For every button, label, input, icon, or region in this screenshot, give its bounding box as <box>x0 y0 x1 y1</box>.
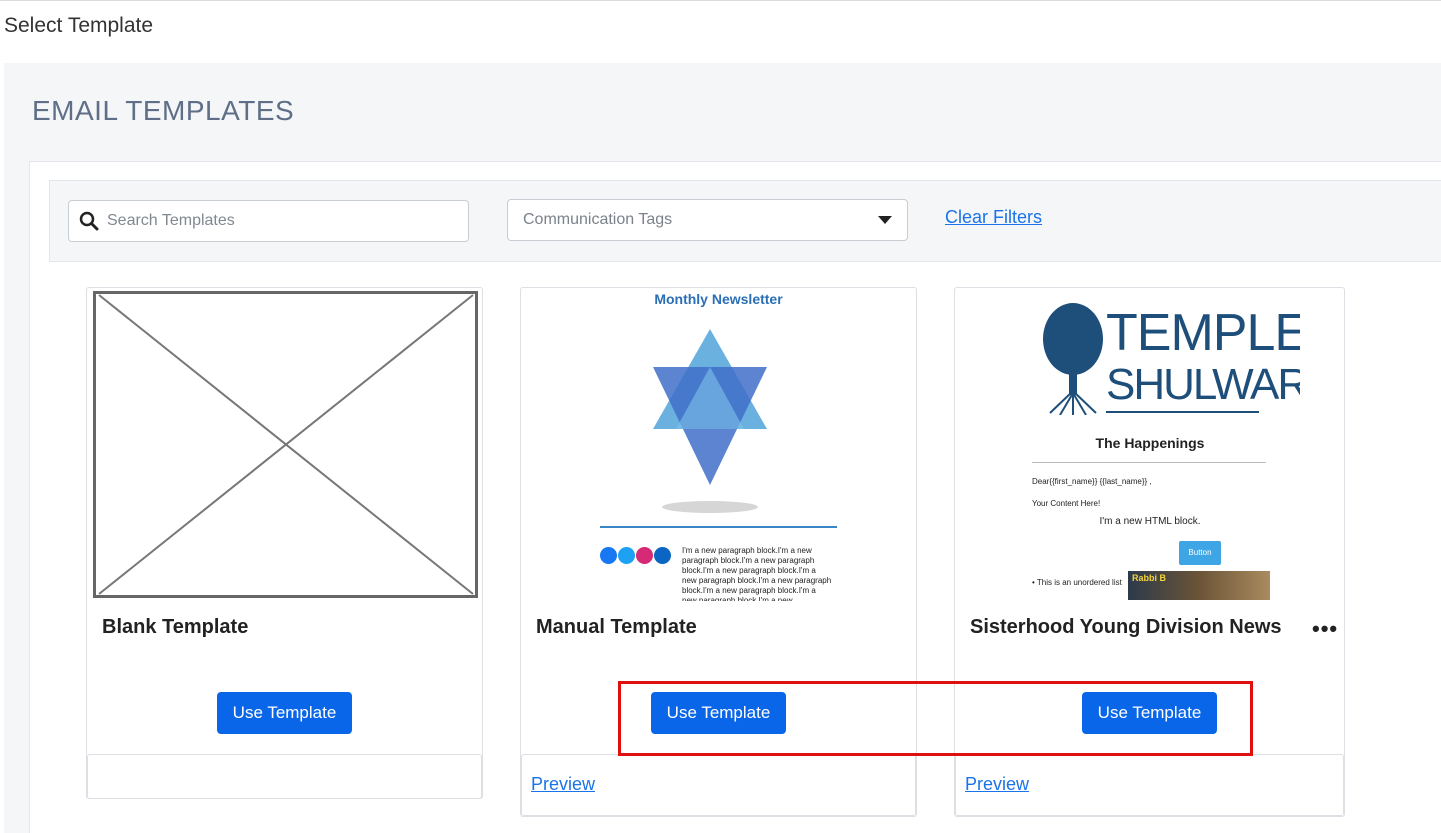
card-footer <box>87 754 482 799</box>
thumb-button: Button <box>1179 541 1221 565</box>
twitter-icon <box>618 547 635 564</box>
thumb-heading: Monthly Newsletter <box>654 291 783 307</box>
thumb-divider <box>600 526 837 528</box>
section-title: EMAIL TEMPLATES <box>32 95 295 126</box>
search-field[interactable] <box>68 200 469 242</box>
thumb-paragraph: I'm a new paragraph block.I'm a new para… <box>682 546 832 601</box>
thumb-list-text: This is an unordered list <box>1036 578 1122 587</box>
more-options-icon[interactable]: ••• <box>1312 616 1338 642</box>
thumb-list-item: • This is an unordered list <box>1032 578 1122 587</box>
card-footer: Preview <box>955 754 1344 816</box>
top-divider <box>0 0 1441 1</box>
caret-down-icon <box>878 216 892 224</box>
thumb-content: Your Content Here! <box>1032 499 1101 508</box>
search-icon <box>79 211 99 231</box>
thumb-image-caption: Rabbi B <box>1132 573 1167 583</box>
star-of-david-icon <box>653 329 767 513</box>
thumb-divider <box>1032 462 1266 463</box>
template-name: Blank Template <box>102 616 249 638</box>
blank-template-thumbnail[interactable] <box>93 291 478 598</box>
use-template-button[interactable]: Use Template <box>217 692 352 734</box>
use-template-button[interactable]: Use Template <box>1082 692 1217 734</box>
sisterhood-template-thumbnail[interactable]: TEMPLE SHULWARE The Happenings Dear{{fir… <box>1000 289 1300 600</box>
template-name: Manual Template <box>536 616 697 638</box>
page-title: Select Template <box>4 14 154 37</box>
thumb-greeting: Dear{{first_name}} {{last_name}} , <box>1032 477 1152 486</box>
thumb-heading: The Happenings <box>1095 435 1205 451</box>
thumb-image: Rabbi B <box>1128 571 1270 600</box>
use-template-button[interactable]: Use Template <box>651 692 786 734</box>
preview-link[interactable]: Preview <box>965 774 1029 795</box>
logo-text-temple: TEMPLE <box>1106 304 1300 362</box>
logo-underline <box>1106 411 1259 413</box>
tree-logo-icon <box>1043 303 1103 415</box>
linkedin-icon <box>654 547 671 564</box>
tags-placeholder: Communication Tags <box>523 211 673 228</box>
communication-tags-select[interactable]: Communication Tags <box>507 199 908 241</box>
logo-text-shulware: SHULWARE <box>1106 360 1300 409</box>
search-input[interactable] <box>107 201 462 241</box>
instagram-icon <box>636 547 653 564</box>
social-icons <box>600 547 672 567</box>
clear-filters-link[interactable]: Clear Filters <box>945 207 1042 228</box>
card-footer: Preview <box>521 754 916 816</box>
thumb-html-block: I'm a new HTML block. <box>1099 516 1201 527</box>
preview-link[interactable]: Preview <box>531 774 595 795</box>
template-name: Sisterhood Young Division News <box>970 616 1282 638</box>
manual-template-thumbnail[interactable]: Monthly Newsletter I'm a new paragraph b… <box>522 289 915 601</box>
placeholder-image-icon <box>93 291 478 598</box>
facebook-icon <box>600 547 617 564</box>
